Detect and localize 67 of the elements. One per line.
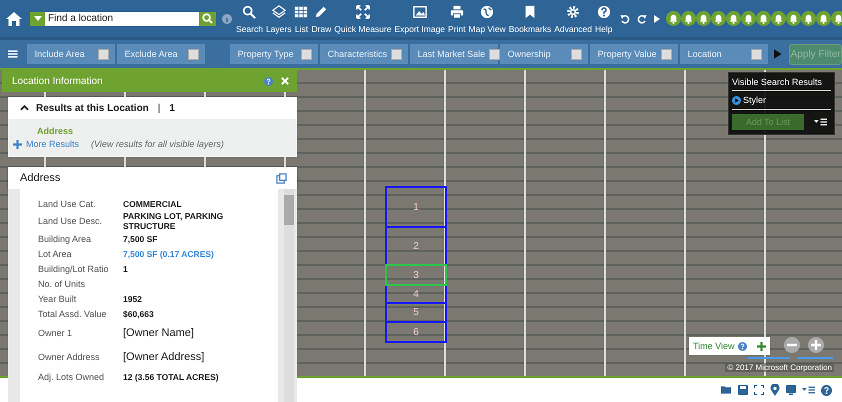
parcel-outline[interactable]: 6: [385, 321, 447, 343]
field-value: COMMERCIAL: [123, 198, 183, 208]
field-label: Year Built: [38, 294, 78, 304]
toolbar-button[interactable]: Help: [595, 3, 612, 34]
search-field[interactable]: Find a location: [45, 12, 199, 26]
field-label: Building/Lot Ratio: [38, 264, 110, 274]
results-header[interactable]: Results at this Location | 1: [8, 97, 297, 119]
field-label: No. of Units: [38, 278, 86, 288]
toolbar-button[interactable]: List: [294, 3, 308, 34]
filter-button[interactable]: Include Area: [26, 44, 115, 64]
field-label: Lot Area: [38, 248, 73, 258]
parcel-outline[interactable]: 4: [385, 284, 447, 304]
toolbar-button[interactable]: Quick Measure: [334, 3, 392, 34]
field-label: Owner 1: [38, 328, 74, 338]
filter-button[interactable]: Location: [680, 44, 768, 64]
toolbar-button[interactable]: Print: [448, 3, 466, 34]
filter-button[interactable]: Property Value: [590, 44, 678, 64]
field-label: Land Use Desc.: [38, 216, 104, 226]
field-value: 12 (3.56 TOTAL ACRES): [123, 372, 220, 382]
more-results-link[interactable]: More Results: [13, 139, 80, 149]
field-value: 1952: [123, 294, 143, 304]
time-view-control[interactable]: Time View: [689, 337, 770, 355]
filter-button[interactable]: Property Type: [230, 44, 318, 64]
filter-button[interactable]: Exclude Area: [116, 44, 205, 64]
filter-button[interactable]: Ownership: [500, 44, 588, 64]
section-title: Address: [20, 172, 60, 184]
parcel-number: 1: [413, 202, 419, 212]
field-value: 1: [123, 264, 129, 274]
field-label: Owner Address: [38, 352, 101, 362]
filter-button[interactable]: Last Market Sale: [410, 44, 498, 64]
parcel-outline[interactable]: 2: [385, 226, 447, 266]
parcel-outline[interactable]: 5: [385, 302, 447, 323]
results-count: 1: [169, 102, 175, 114]
parcel-number: 2: [413, 240, 419, 252]
panel-title: Location Information: [12, 76, 103, 86]
field-label: Adj. Lots Owned: [38, 372, 106, 382]
field-value: [Owner Name]: [123, 327, 195, 339]
results-title: Results at this Location: [36, 102, 149, 114]
parcel-number: 6: [413, 326, 419, 338]
result-link[interactable]: Address: [37, 126, 297, 136]
parcel-outline[interactable]: 3: [385, 264, 447, 286]
field-value: PARKING LOT, PARKING STRUCTURE: [123, 211, 224, 231]
toolbar-button[interactable]: Layers: [266, 3, 292, 34]
filter-button[interactable]: Characteristics: [320, 44, 408, 64]
hint-text: (View results for all visible layers): [91, 139, 224, 149]
toolbar-button[interactable]: Draw: [311, 3, 332, 34]
copyright-text: © 2017 Microsoft Corporation: [725, 363, 834, 372]
parcel-number: 5: [413, 307, 419, 318]
parcel-number: 3: [413, 270, 419, 280]
field-value: 7,500 SF: [123, 234, 158, 244]
toolbar-button[interactable]: Advanced: [554, 3, 592, 34]
panel-title: Visible Search Results: [732, 75, 831, 91]
field-value: $60,663: [123, 308, 155, 318]
toolbar-button[interactable]: Bookmarks: [508, 3, 552, 34]
toolbar-button[interactable]: Export Image: [394, 3, 446, 34]
toolbar-button[interactable]: Map View: [468, 3, 506, 34]
parcel-number: 4: [413, 288, 419, 300]
field-value: [Owner Address]: [123, 351, 206, 363]
field-link[interactable]: 7,500 SF (0.17 ACRES): [123, 248, 253, 258]
field-label: Total Assd. Value: [38, 308, 108, 318]
toolbar-button[interactable]: Search: [236, 3, 263, 34]
field-label: Land Use Cat.: [38, 198, 97, 208]
field-label: Building Area: [38, 234, 92, 244]
layer-name[interactable]: Styler: [743, 95, 766, 105]
separator: |: [158, 102, 160, 114]
parcel-outline[interactable]: 1: [385, 186, 447, 228]
time-view-label[interactable]: Time View: [693, 341, 735, 351]
